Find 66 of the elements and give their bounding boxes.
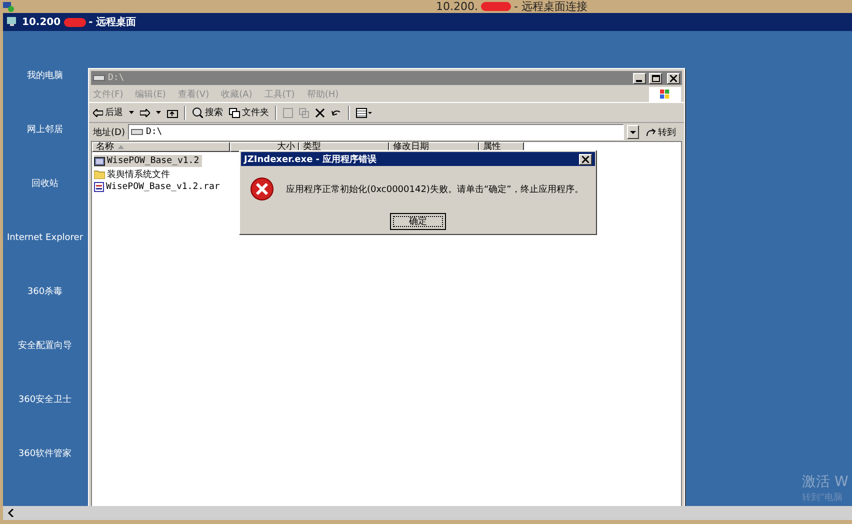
move-to-icon [283,108,293,118]
copy-to-icon [299,108,309,118]
error-icon [250,177,274,201]
dialog-title: JZIndexer.exe - 应用程序错误 [244,153,377,166]
views-button[interactable] [356,108,372,118]
horizontal-scrollbar[interactable] [3,506,852,520]
maximize-button[interactable] [649,72,662,84]
maximize-icon [652,74,660,82]
search-button[interactable]: 搜索 [192,106,223,119]
go-button[interactable]: 转到 [642,126,680,138]
address-field[interactable]: D:\ [128,124,624,140]
window-title: D:\ [108,73,126,83]
computer-icon [3,2,14,12]
dropdown-arrow-icon [630,130,636,134]
up-folder-icon [167,108,178,118]
folders-button[interactable]: 文件夹 [229,106,269,119]
activation-title: 激活 W [802,473,848,491]
sort-arrow-icon [118,145,124,149]
close-button[interactable] [579,154,592,164]
back-arrow-icon [93,108,103,116]
desktop-icon-label[interactable]: 网上邻居 [3,125,87,179]
back-button[interactable]: 后退 [93,106,123,119]
redaction-mark [64,18,86,26]
column-header[interactable]: 名称 [92,142,230,152]
undo-button[interactable] [331,108,342,117]
delete-button[interactable] [315,108,325,118]
desktop-icon-label[interactable]: 我的电脑 [3,71,87,125]
views-icon [356,108,372,118]
desktop-icon-label[interactable]: 360杀毒 [3,287,87,341]
delete-icon [315,108,325,118]
dropdown-arrow-icon[interactable] [156,111,161,114]
folder-icon [94,170,105,178]
desktop-icon-label[interactable]: 360安全卫士 [3,395,87,449]
drive-icon [130,129,143,135]
redaction-mark [481,2,511,11]
ok-button[interactable]: 确定 [390,213,446,230]
address-label: 地址(D) [93,126,125,138]
file-item[interactable]: WisePOW_Base_v1.2 [94,155,202,167]
archive-icon [94,182,104,192]
forward-arrow-icon [140,108,150,116]
computer-icon [7,17,18,27]
dropdown-button[interactable] [627,125,639,139]
folders-icon [229,108,240,118]
scroll-left-icon[interactable] [7,509,15,517]
drive-icon [93,75,105,81]
minimize-button[interactable] [633,72,646,84]
undo-icon [331,108,342,117]
activation-subtitle: 转到“电脑 [802,492,843,504]
error-message: 应用程序正常初始化(0xc0000142)失败。请单击“确定”，终止应用程序。 [286,184,584,196]
desktop-icon-label[interactable]: 360软件管家 [3,449,87,503]
close-button[interactable] [667,72,680,84]
close-icon [670,74,677,82]
window-title: 10.200. - 远程桌面连接 [436,0,588,13]
dropdown-arrow-icon[interactable] [129,111,134,114]
desktop-icon-label[interactable]: 回收站 [3,179,87,233]
remote-session-title: 10.200 - 远程桌面 [22,16,136,29]
desktop-icon-label[interactable]: 安全配置向导 [3,341,87,395]
file-item[interactable]: 装舆情系统文件 [94,168,173,180]
up-folder-button[interactable] [167,108,178,118]
search-icon [192,107,203,118]
forward-button[interactable] [140,108,150,116]
file-item[interactable]: WisePOW_Base_v1.2.rar [94,181,223,193]
application-icon [94,156,105,166]
close-icon [582,156,589,162]
desktop-icon-label[interactable]: Internet Explorer [3,233,87,287]
go-arrow-icon [646,128,656,136]
